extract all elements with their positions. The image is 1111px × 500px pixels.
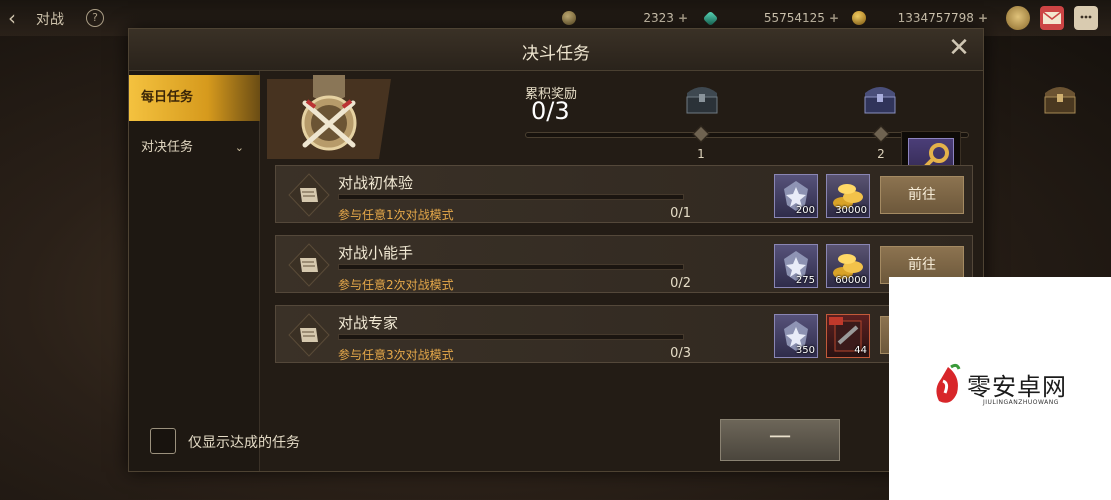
page-title: 对战 xyxy=(36,12,64,28)
quest-progress-text: 0/3 xyxy=(670,346,691,361)
back-arrow-icon[interactable]: ‹ xyxy=(8,8,30,30)
reward-amount: 350 xyxy=(795,345,815,356)
gold-coins-icon[interactable]: 60000 xyxy=(826,244,870,288)
scroll-icon xyxy=(288,243,330,287)
completed-filter-label: 仅显示达成的任务 xyxy=(188,435,300,451)
quest-row: 对战专家 参与任意3次对战模式 0/3 350 44 前往 xyxy=(275,305,973,363)
panel-title: 决斗任务 xyxy=(522,44,590,64)
add-resource-button[interactable]: + xyxy=(829,11,839,25)
resource-value: 1334757798 xyxy=(897,11,974,25)
quest-progress-bar xyxy=(338,264,684,270)
crown-icon[interactable] xyxy=(1006,6,1030,30)
crescent-coin-icon xyxy=(562,11,576,25)
green-gem-icon xyxy=(702,10,719,26)
crossed-swords-emblem-icon xyxy=(267,75,391,159)
reward-amount: 30000 xyxy=(835,205,867,216)
progress-node xyxy=(872,125,890,143)
gold-coin-icon xyxy=(852,11,866,25)
quest-description: 参与任意1次对战模式 xyxy=(338,208,454,222)
go-button[interactable]: 前往 xyxy=(880,176,964,214)
resource-gem: 55754125 + xyxy=(702,10,839,26)
quest-title: 对战小能手 xyxy=(338,244,414,262)
progress-node-label: 2 xyxy=(877,147,885,161)
progress-node xyxy=(692,125,710,143)
quest-progress-bar xyxy=(338,334,684,340)
watermark-text: 零安卓网 xyxy=(967,373,1067,401)
watermark-logo-icon xyxy=(936,363,961,403)
completed-filter-checkbox[interactable] xyxy=(150,428,176,454)
resource-crescent: 2323 + xyxy=(562,10,688,26)
watermark: 零安卓网 JIULINGANZHUOWANG xyxy=(889,277,1111,500)
reward-medal-icon[interactable]: 200 xyxy=(774,174,818,218)
treasure-chest-icon[interactable] xyxy=(1041,81,1079,115)
quest-row: 对战小能手 参与任意2次对战模式 0/2 275 60000 前往 xyxy=(275,235,973,293)
reward-medal-icon[interactable]: 350 xyxy=(774,314,818,358)
scroll-icon xyxy=(288,313,330,357)
quest-title: 对战初体验 xyxy=(338,174,414,192)
watermark-subtext: JIULINGANZHUOWANG xyxy=(983,399,1059,406)
help-icon[interactable]: ? xyxy=(86,9,104,27)
sidebar-item-label: 每日任务 xyxy=(141,90,194,105)
gold-coins-icon[interactable]: 30000 xyxy=(826,174,870,218)
quest-progress-text: 0/1 xyxy=(670,206,691,221)
quest-row: 对战初体验 参与任意1次对战模式 0/1 200 30000 前往 xyxy=(275,165,973,223)
sidebar-item-daily-tasks[interactable]: 每日任务 xyxy=(129,75,260,121)
add-resource-button[interactable]: + xyxy=(978,11,988,25)
resource-value: 55754125 xyxy=(763,11,825,25)
reward-amount: 60000 xyxy=(835,275,867,286)
scroll-icon xyxy=(288,173,330,217)
quest-title: 对战专家 xyxy=(338,314,399,332)
accumulated-reward-count: 0/3 xyxy=(531,97,570,125)
panel-header: 决斗任务 ✕ xyxy=(129,29,983,71)
treasure-chest-icon[interactable] xyxy=(683,81,721,115)
reward-amount: 44 xyxy=(854,345,867,356)
progress-node-label: 1 xyxy=(697,147,705,161)
chevron-down-icon: ⌄ xyxy=(234,141,244,154)
sidebar-item-duel-tasks[interactable]: 对决任务 ⌄ xyxy=(129,125,260,171)
reward-medal-icon[interactable]: 275 xyxy=(774,244,818,288)
resource-value: 2323 xyxy=(643,11,674,25)
resource-gold: 1334757798 + xyxy=(852,10,988,26)
treasure-chest-icon[interactable] xyxy=(861,81,899,115)
quest-progress-bar xyxy=(338,194,684,200)
sidebar: 每日任务 对决任务 ⌄ xyxy=(129,71,260,471)
duel-task-panel: 决斗任务 ✕ 每日任务 对决任务 ⌄ 累积奖励 0/3 1 2 对战初体验 参与… xyxy=(128,28,1076,472)
claim-all-button[interactable]: 一 xyxy=(720,419,840,461)
sidebar-item-label: 对决任务 xyxy=(141,140,194,155)
add-resource-button[interactable]: + xyxy=(678,11,688,25)
mail-icon[interactable] xyxy=(1040,6,1064,30)
quest-description: 参与任意2次对战模式 xyxy=(338,278,454,292)
quest-description: 参与任意3次对战模式 xyxy=(338,348,454,362)
item-card-icon[interactable]: 44 xyxy=(826,314,870,358)
quest-progress-text: 0/2 xyxy=(670,276,691,291)
reward-amount: 200 xyxy=(795,205,815,216)
reward-amount: 275 xyxy=(795,275,815,286)
chat-icon[interactable] xyxy=(1074,6,1098,30)
close-icon[interactable]: ✕ xyxy=(947,35,971,61)
